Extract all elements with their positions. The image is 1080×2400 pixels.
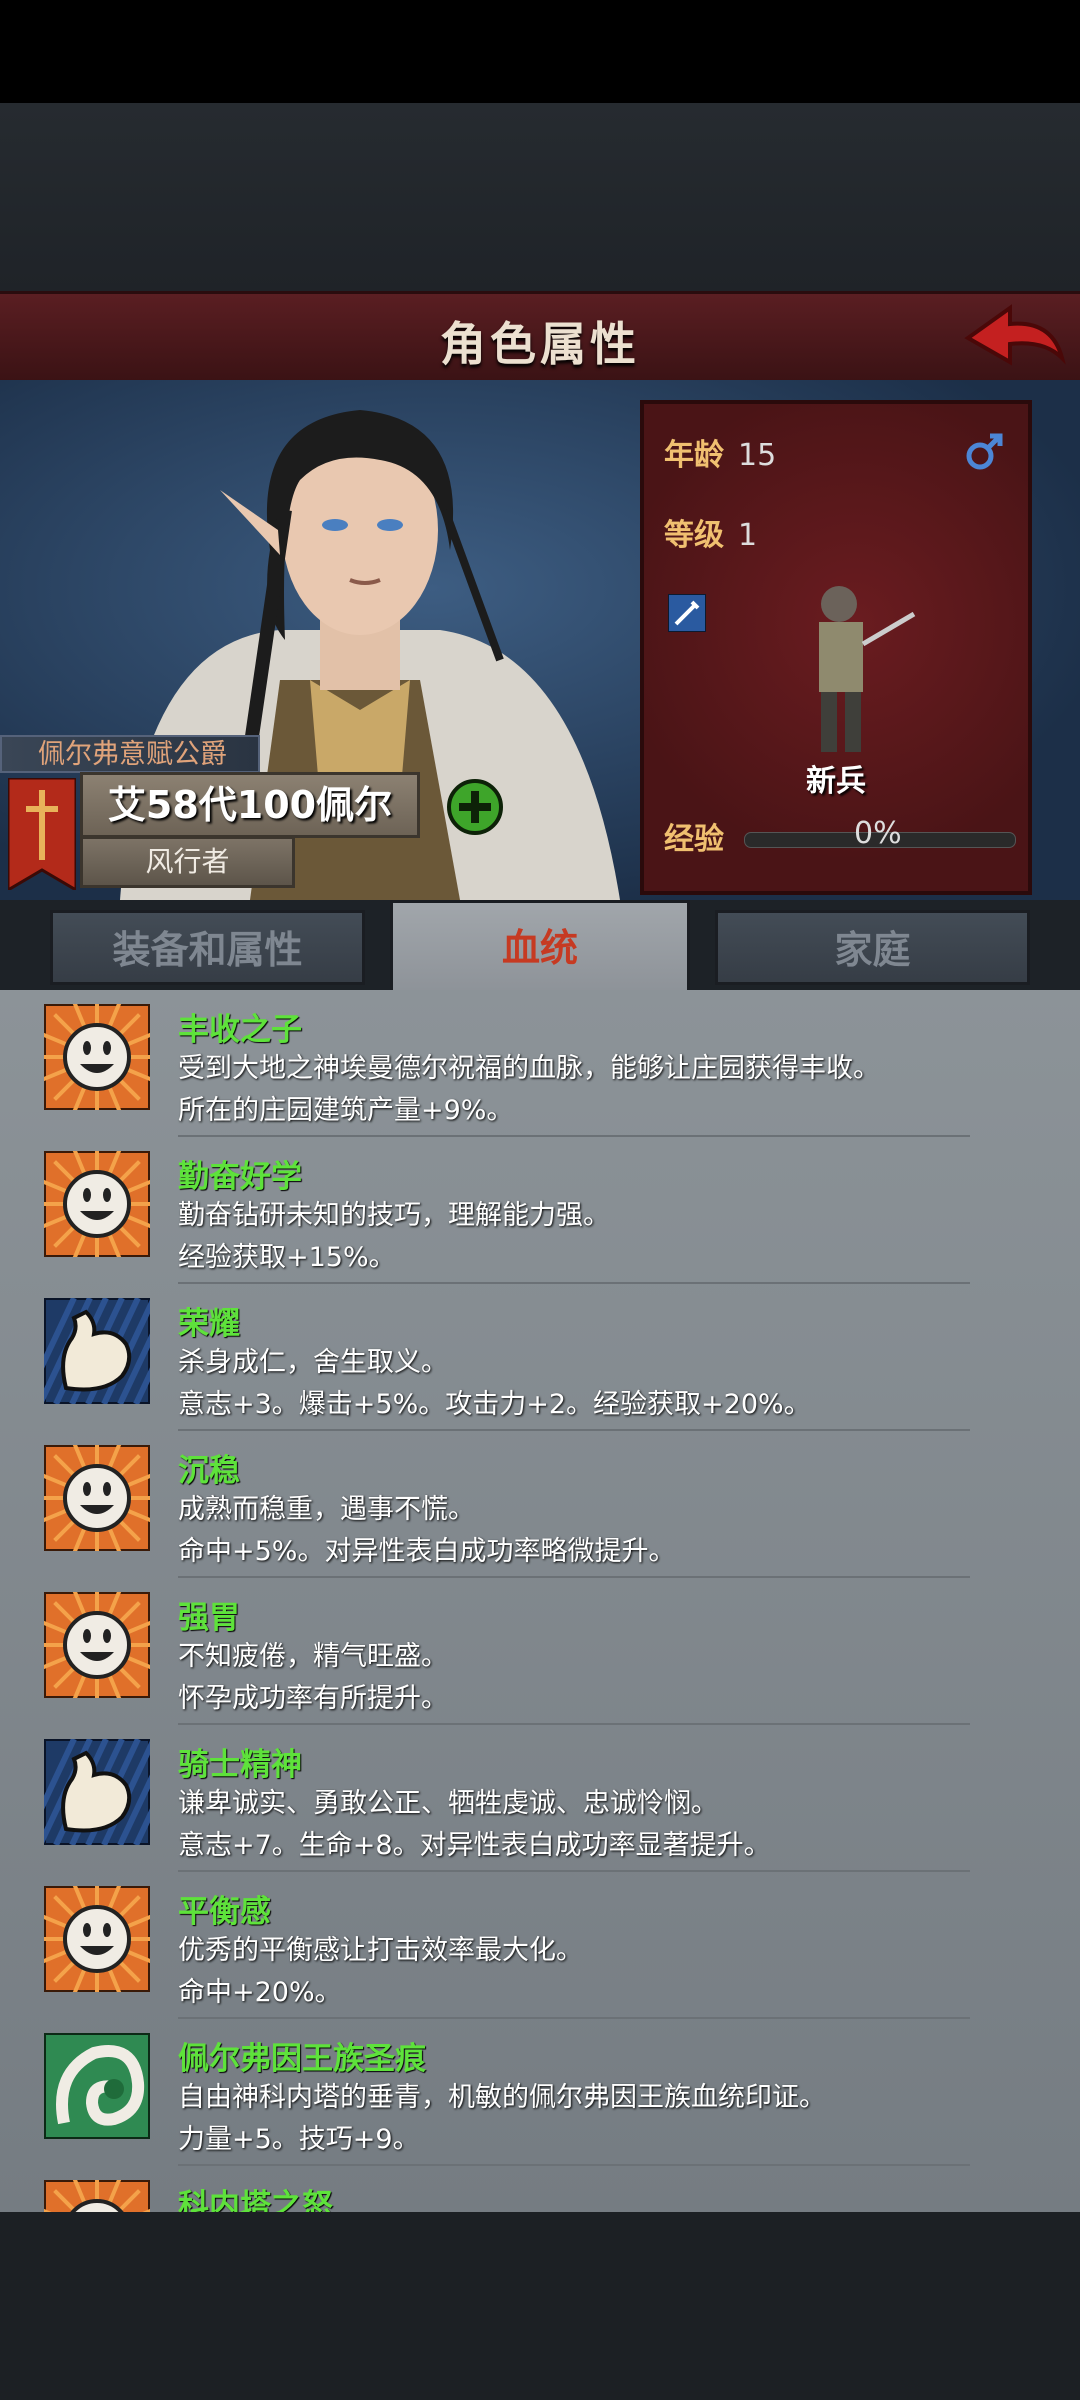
tab-family[interactable]: 家庭: [715, 910, 1030, 985]
age-row: 年龄 15: [664, 430, 776, 474]
trait-row[interactable]: 佩尔弗因王族圣痕自由神科内塔的垂青，机敏的佩尔弗因王族血统印证。 力量+5。技巧+…: [0, 2019, 1080, 2166]
top-background: [0, 103, 1080, 291]
exp-percent: 0%: [854, 816, 902, 851]
trait-row[interactable]: 荣耀杀身成仁，舍生取义。意志+3。爆击+5%。攻击力+2。经验获取+20%。: [0, 1284, 1080, 1431]
status-bar: [0, 0, 1080, 103]
age-label: 年龄: [664, 438, 724, 473]
trait-effect: 经验获取+15%。: [178, 1242, 396, 1273]
tab-bloodline[interactable]: 血统: [390, 900, 690, 990]
character-hero-area: 佩尔弗意赋公爵 艾58代100佩尔 风行者 年龄 15 等级 1 新兵 经验 0…: [0, 380, 1080, 900]
sword-banner-icon: [8, 778, 76, 890]
trait-description: 成熟而稳重，遇事不慌。: [178, 1494, 475, 1525]
trait-effect: 所在的庄园建筑产量+9%。: [178, 1095, 514, 1126]
character-name: 艾58代100佩尔: [80, 772, 420, 838]
trait-name: 平衡感: [178, 1894, 271, 1930]
trait-description: 勤奋钻研未知的技巧，理解能力强。: [178, 1200, 610, 1231]
swirl-icon: [42, 2031, 152, 2141]
male-gender-icon: [966, 433, 1003, 470]
trait-effect: 意志+3。爆击+5%。攻击力+2。经验获取+20%。: [178, 1389, 811, 1420]
level-label: 等级: [664, 518, 724, 553]
trait-row[interactable]: 勤奋好学勤奋钻研未知的技巧，理解能力强。 经验获取+15%。: [0, 1137, 1080, 1284]
page-title: 角色属性: [440, 317, 640, 371]
trait-effect: 力量+5。技巧+9。: [178, 2124, 420, 2155]
muscle-arm-icon: [21, 1296, 189, 1406]
trait-description: 优秀的平衡感让打击效率最大化。: [178, 1935, 583, 1966]
exp-label: 经验: [664, 822, 724, 857]
level-row: 等级 1: [664, 510, 757, 554]
trait-list[interactable]: 丰收之子受到大地之神埃曼德尔祝福的血脉，能够让庄园获得丰收。 所在的庄园建筑产量+…: [0, 990, 1080, 2212]
character-class: 风行者: [80, 836, 295, 888]
trait-row[interactable]: 丰收之子受到大地之神埃曼德尔祝福的血脉，能够让庄园获得丰收。 所在的庄园建筑产量+…: [0, 990, 1080, 1137]
smiley-icon: [37, 1585, 157, 1705]
unit-name: 新兵: [806, 764, 866, 799]
trait-row[interactable]: 沉稳成熟而稳重，遇事不慌。命中+5%。对异性表白成功率略微提升。: [0, 1431, 1080, 1578]
trait-description: 谦卑诚实、勇敢公正、牺牲虔诚、忠诚怜悯。: [178, 1788, 718, 1819]
stat-panel: 年龄 15 等级 1 新兵 经验 0%: [640, 400, 1032, 895]
add-icon[interactable]: [446, 778, 504, 836]
trait-row[interactable]: 平衡感优秀的平衡感让打击效率最大化。 命中+20%。: [0, 1872, 1080, 2019]
tab-bar: 装备和属性 血统 家庭: [0, 900, 1080, 990]
trait-description: 杀身成仁，舍生取义。: [178, 1347, 448, 1378]
trait-effect: 怀孕成功率有所提升。: [178, 1683, 448, 1714]
tab-equipment[interactable]: 装备和属性: [50, 910, 365, 985]
trait-effect: 命中+20%。: [178, 1977, 342, 2008]
muscle-arm-icon: [21, 1737, 189, 1847]
trait-name: 丰收之子: [178, 1012, 302, 1048]
back-arrow-icon[interactable]: [960, 300, 1070, 376]
age-value: 15: [738, 438, 777, 473]
trait-description: 自由神科内塔的垂青，机敏的佩尔弗因王族血统印证。: [178, 2082, 826, 2113]
trait-name: 科内塔之怒: [178, 2188, 333, 2212]
weapon-type-icon: [668, 594, 706, 632]
bottom-background: [0, 2212, 1080, 2400]
trait-description: 受到大地之神埃曼德尔祝福的血脉，能够让庄园获得丰收。: [178, 1053, 880, 1084]
smiley-icon: [40, 2173, 154, 2212]
smiley-icon: [37, 1438, 157, 1558]
trait-name: 勤奋好学: [178, 1159, 302, 1195]
trait-row[interactable]: 科内塔之怒: [0, 2166, 1080, 2212]
noble-title: 佩尔弗意赋公爵: [0, 735, 260, 773]
level-value: 1: [738, 518, 758, 553]
trait-name: 佩尔弗因王族圣痕: [178, 2041, 426, 2077]
trait-description: 不知疲倦，精气旺盛。: [178, 1641, 448, 1672]
trait-effect: 命中+5%。对异性表白成功率略微提升。: [178, 1536, 676, 1567]
smiley-icon: [37, 997, 157, 1117]
trait-name: 骑士精神: [178, 1747, 302, 1783]
trait-name: 荣耀: [178, 1306, 240, 1342]
trait-row[interactable]: 骑士精神谦卑诚实、勇敢公正、牺牲虔诚、忠诚怜悯。意志+7。生命+8。对异性表白成…: [0, 1725, 1080, 1872]
trait-name: 沉稳: [178, 1453, 240, 1489]
smiley-icon: [37, 1879, 157, 1999]
trait-effect: 意志+7。生命+8。对异性表白成功率显著提升。: [178, 1830, 771, 1861]
smiley-icon: [37, 1144, 157, 1264]
trait-name: 强胃: [178, 1600, 240, 1636]
trait-row[interactable]: 强胃不知疲倦，精气旺盛。 怀孕成功率有所提升。: [0, 1578, 1080, 1725]
unit-figure: [819, 586, 916, 752]
title-bar: 角色属性: [0, 291, 1080, 386]
